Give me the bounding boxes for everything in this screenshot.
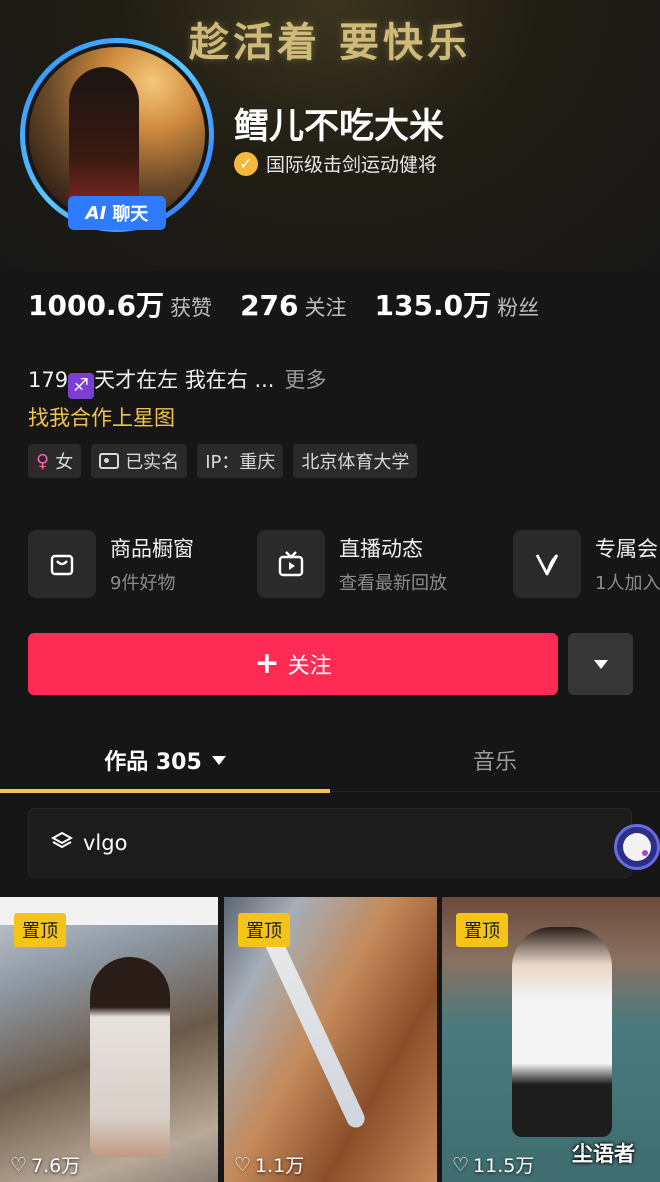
- tab-music-label: 音乐: [472, 750, 517, 775]
- tab-works-label: 作品 305: [104, 750, 202, 775]
- username: 鳕儿不吃大米: [234, 107, 445, 147]
- tag-gender: ♀ 女: [28, 444, 82, 478]
- caret-down-icon: [593, 659, 608, 669]
- bio: 179 ♐ 天才在左 我在右 ... 更多: [28, 364, 326, 399]
- watermark: 尘语者: [572, 1142, 635, 1166]
- floating-assistant-button[interactable]: [614, 824, 660, 870]
- follow-button[interactable]: + 关注: [28, 633, 558, 695]
- feature-title: 直播动态: [339, 537, 423, 561]
- pinned-badge: 置顶: [238, 913, 290, 947]
- likes-count: 7.6万: [31, 1155, 81, 1177]
- tag-label: 已实名: [125, 452, 180, 473]
- profile-tags: ♀ 女 已实名 IP：重庆 北京体育大学: [28, 444, 418, 478]
- collection-entry[interactable]: vlgo: [28, 808, 632, 878]
- v-logo-icon: [513, 530, 581, 598]
- tag-verified-identity: 已实名: [91, 444, 188, 478]
- feature-live[interactable]: 直播动态 查看最新回放: [257, 530, 447, 598]
- stat-following[interactable]: 276 关注: [240, 289, 346, 322]
- active-tab-indicator: [0, 789, 330, 793]
- pinned-badge: 置顶: [14, 913, 66, 947]
- cooperate-link[interactable]: 找我合作上星图: [28, 402, 175, 432]
- stat-value: 135.0万: [374, 289, 492, 322]
- tag-label: IP：重庆: [205, 452, 276, 473]
- heart-icon: ♡: [234, 1153, 252, 1176]
- bio-text: 天才在左 我在右 ...: [94, 368, 275, 392]
- stat-value: 276: [240, 289, 299, 322]
- id-card-icon: [99, 453, 120, 469]
- verification-text: 国际级击剑运动健将: [266, 154, 438, 176]
- video-likes: ♡ 11.5万: [452, 1151, 534, 1178]
- stat-label: 关注: [304, 296, 347, 320]
- heart-icon: ♡: [452, 1153, 470, 1176]
- feature-shortcuts: 商品橱窗 9件好物 直播动态 查看最新回放 专属会 1人加入: [28, 530, 660, 600]
- likes-count: 1.1万: [255, 1155, 305, 1177]
- sagittarius-icon: ♐: [68, 373, 95, 399]
- female-icon: ♀: [36, 450, 50, 472]
- feature-title: 专属会: [595, 537, 658, 561]
- verification: ✓ 国际级击剑运动健将: [234, 150, 437, 177]
- more-options-button[interactable]: [568, 633, 633, 695]
- plus-icon: +: [254, 646, 280, 681]
- stat-followers[interactable]: 135.0万 粉丝: [375, 284, 540, 324]
- tab-works[interactable]: 作品 305: [0, 730, 330, 790]
- video-likes: ♡ 1.1万: [234, 1151, 304, 1178]
- tag-label: 北京体育大学: [301, 452, 410, 473]
- feature-membership[interactable]: 专属会 1人加入: [513, 530, 660, 598]
- video-card[interactable]: 置顶 ♡ 7.6万: [0, 897, 218, 1182]
- bio-more-link[interactable]: 更多: [284, 368, 326, 392]
- assistant-icon: [623, 833, 651, 861]
- ai-badge-ai: AI: [85, 202, 107, 224]
- stat-value: 1000.6万: [28, 289, 165, 322]
- tag-ip: IP：重庆: [197, 444, 284, 478]
- follow-label: 关注: [287, 654, 332, 679]
- stat-label: 粉丝: [497, 296, 540, 320]
- likes-count: 11.5万: [473, 1155, 535, 1177]
- stat-likes[interactable]: 1000.6万 获赞: [28, 284, 212, 324]
- video-likes: ♡ 7.6万: [10, 1151, 80, 1178]
- ai-chat-badge[interactable]: AI 聊天: [68, 196, 166, 230]
- collection-label: vlgo: [83, 831, 128, 855]
- pinned-badge: 置顶: [456, 913, 508, 947]
- shopping-bag-icon: [28, 530, 96, 598]
- video-card[interactable]: 置顶 ♡ 1.1万: [224, 897, 437, 1182]
- bio-prefix: 179: [28, 368, 69, 392]
- tv-play-icon: [257, 530, 325, 598]
- video-grid: 置顶 ♡ 7.6万 置顶 ♡ 1.1万 置顶 ♡ 11.5万: [0, 897, 660, 1182]
- tag-label: 女: [55, 452, 74, 473]
- content-tabs: 作品 305 音乐: [0, 730, 660, 793]
- feature-subtitle: 查看最新回放: [339, 573, 447, 594]
- layers-icon: [50, 830, 74, 857]
- heart-icon: ♡: [10, 1153, 28, 1176]
- tag-school[interactable]: 北京体育大学: [293, 444, 418, 478]
- feature-subtitle: 9件好物: [110, 573, 176, 594]
- feature-subtitle: 1人加入: [595, 573, 660, 594]
- stats-row: 1000.6万 获赞 276 关注 135.0万 粉丝: [28, 284, 567, 324]
- stat-label: 获赞: [170, 296, 213, 320]
- caret-down-icon: [211, 755, 226, 765]
- ai-badge-label: 聊天: [112, 204, 149, 225]
- verified-check-icon: ✓: [234, 151, 258, 176]
- feature-shop-window[interactable]: 商品橱窗 9件好物: [28, 530, 194, 598]
- tab-music[interactable]: 音乐: [330, 730, 660, 790]
- feature-title: 商品橱窗: [110, 537, 194, 561]
